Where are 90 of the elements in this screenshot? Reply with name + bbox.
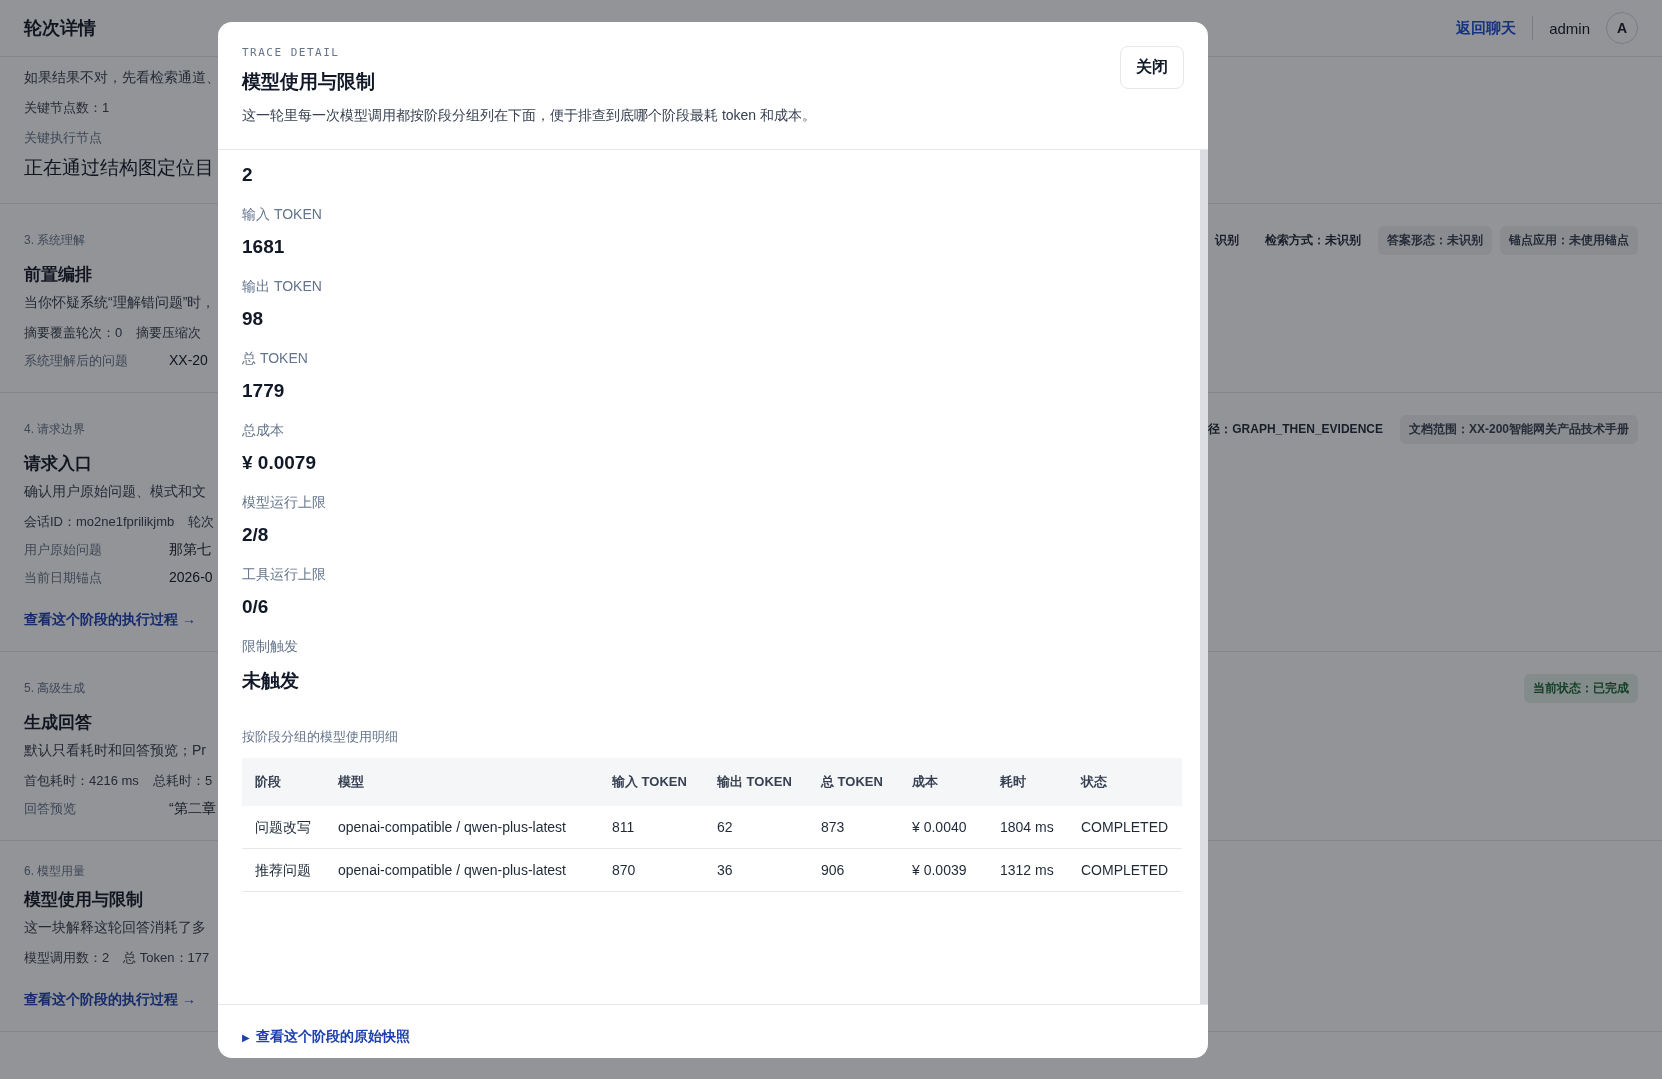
metric-text: 总 Token：177: [123, 949, 210, 967]
stat-label: 限制触发: [242, 638, 299, 656]
dialog-eyebrow: TRACE DETAIL: [242, 46, 341, 59]
table-cell: COMPLETED: [1068, 806, 1182, 849]
column-header: 成本: [899, 758, 987, 806]
metric-text: 摘要压缩次: [136, 324, 202, 342]
field-value: 那第七: [169, 541, 211, 559]
field-value: “第二章: [169, 800, 216, 818]
stat-value: 0/6: [242, 596, 270, 618]
field-label: 系统理解后的问题: [24, 352, 129, 370]
stat-label: 输入 TOKEN: [242, 206, 323, 224]
metric-text: 摘要覆盖轮次：0: [24, 324, 123, 342]
table-cell: openai-compatible / qwen-plus-latest: [325, 848, 599, 892]
dialog-title: 模型使用与限制: [242, 70, 376, 94]
section-title: 生成回答: [24, 712, 93, 734]
status-tag: 答案形态：未识别: [1378, 226, 1492, 255]
status-tag: 锚点应用：未使用锚点: [1500, 226, 1638, 255]
status-tag: 识别: [1206, 226, 1248, 255]
stat-value: 1681: [242, 236, 286, 258]
table-cell: 873: [808, 806, 899, 849]
dialog-description: 这一轮里每一次模型调用都按阶段分组列在下面，便于排查到底哪个阶段最耗 token 和成本。: [242, 107, 817, 125]
stat-label: 工具运行上限: [242, 566, 327, 584]
status-tag: 当前状态：已完成: [1524, 674, 1638, 703]
table-cell: 问题改写: [242, 806, 325, 849]
user-name: admin: [1549, 19, 1590, 37]
column-header: 耗时: [987, 758, 1068, 806]
field-label: 当前日期锚点: [24, 569, 103, 587]
column-header: 阶段: [242, 758, 325, 806]
column-header: 总 TOKEN: [808, 758, 899, 806]
stat-label: 输出 TOKEN: [242, 278, 323, 296]
metric-text: 轮次: [188, 513, 215, 531]
table-cell: COMPLETED: [1068, 848, 1182, 892]
section-title: 请求入口: [24, 453, 93, 475]
stat-value: 98: [242, 308, 265, 330]
step-label: 3. 系统理解: [24, 232, 87, 249]
field-value: 2026-0: [169, 569, 213, 587]
table-cell: 906: [808, 848, 899, 892]
metric-text: 关键节点数：1: [24, 99, 110, 117]
table-cell: openai-compatible / qwen-plus-latest: [325, 806, 599, 849]
page-title: 轮次详情: [24, 17, 96, 40]
table-cell: ¥ 0.0039: [899, 848, 987, 892]
table-cell: 1804 ms: [987, 806, 1068, 849]
table-cell: 811: [599, 806, 704, 849]
column-header: 状态: [1068, 758, 1182, 806]
back-to-chat-link[interactable]: 返回聊天: [1456, 16, 1534, 40]
snapshot-toggle-link[interactable]: ▶ 查看这个阶段的原始快照: [242, 1028, 410, 1046]
field-label: 关键执行节点: [24, 129, 103, 147]
section-description: 如果结果不对，先看检索通道、: [24, 69, 219, 87]
section-description: 当你怀疑系统“理解错问题”时，: [24, 294, 217, 312]
metric-text: 模型调用数：2: [24, 949, 110, 967]
stat-value: 未触发: [242, 669, 300, 693]
column-header: 输入 TOKEN: [599, 758, 704, 806]
stat-label: 模型运行上限: [242, 494, 327, 512]
step-label: 5. 高级生成: [24, 680, 87, 697]
field-label: 回答预览: [24, 800, 77, 818]
execution-link[interactable]: 查看这个阶段的执行过程 →: [24, 611, 196, 629]
stat-label: 总 TOKEN: [242, 350, 309, 368]
metric-text: 首包耗时：4216 ms: [24, 772, 139, 790]
table-cell: 870: [599, 848, 704, 892]
section-description: 确认用户原始问题、模式和文: [24, 483, 207, 501]
table-cell: 1312 ms: [987, 848, 1068, 892]
status-tag: 文档范围：XX-200智能网关产品技术手册: [1399, 415, 1638, 444]
metric-text: 总耗时：5: [152, 772, 213, 790]
section-title: 模型使用与限制: [24, 889, 144, 911]
status-tag: 检索方式：未识别: [1256, 226, 1370, 255]
stat-label: 总成本: [242, 422, 285, 440]
section-title: 前置编排: [24, 264, 93, 286]
field-value: XX-20: [169, 352, 208, 370]
table-cell: ¥ 0.0040: [899, 806, 987, 849]
stat-value: ¥ 0.0079: [242, 452, 317, 474]
step-label: 6. 模型用量: [24, 863, 87, 880]
stat-value: 2: [242, 164, 254, 186]
table-cell: 推荐问题: [242, 848, 325, 892]
execution-link[interactable]: 查看这个阶段的执行过程 →: [24, 991, 196, 1009]
table-cell: 62: [704, 806, 808, 849]
section-description: 默认只看耗时和回答预览；Pr: [24, 742, 207, 760]
column-header: 输出 TOKEN: [704, 758, 808, 806]
stat-value: 2/8: [242, 524, 270, 546]
status-tag: 径：GRAPH_THEN_EVIDENCE: [1199, 415, 1392, 444]
stat-value: 1779: [242, 380, 286, 402]
step-label: 4. 请求边界: [24, 421, 87, 438]
column-header: 模型: [325, 758, 599, 806]
table-cell: 36: [704, 848, 808, 892]
field-label: 用户原始问题: [24, 541, 103, 559]
breakdown-title: 按阶段分组的模型使用明细: [242, 728, 399, 746]
close-button[interactable]: 关闭: [1120, 46, 1184, 89]
scrollbar-thumb[interactable]: [1200, 150, 1208, 1004]
field-value: 正在通过结构图定位目: [24, 156, 215, 180]
metric-text: 会话ID：mo2ne1fprilikjmb: [24, 513, 175, 531]
section-description: 这一块解释这轮回答消耗了多: [24, 919, 207, 937]
